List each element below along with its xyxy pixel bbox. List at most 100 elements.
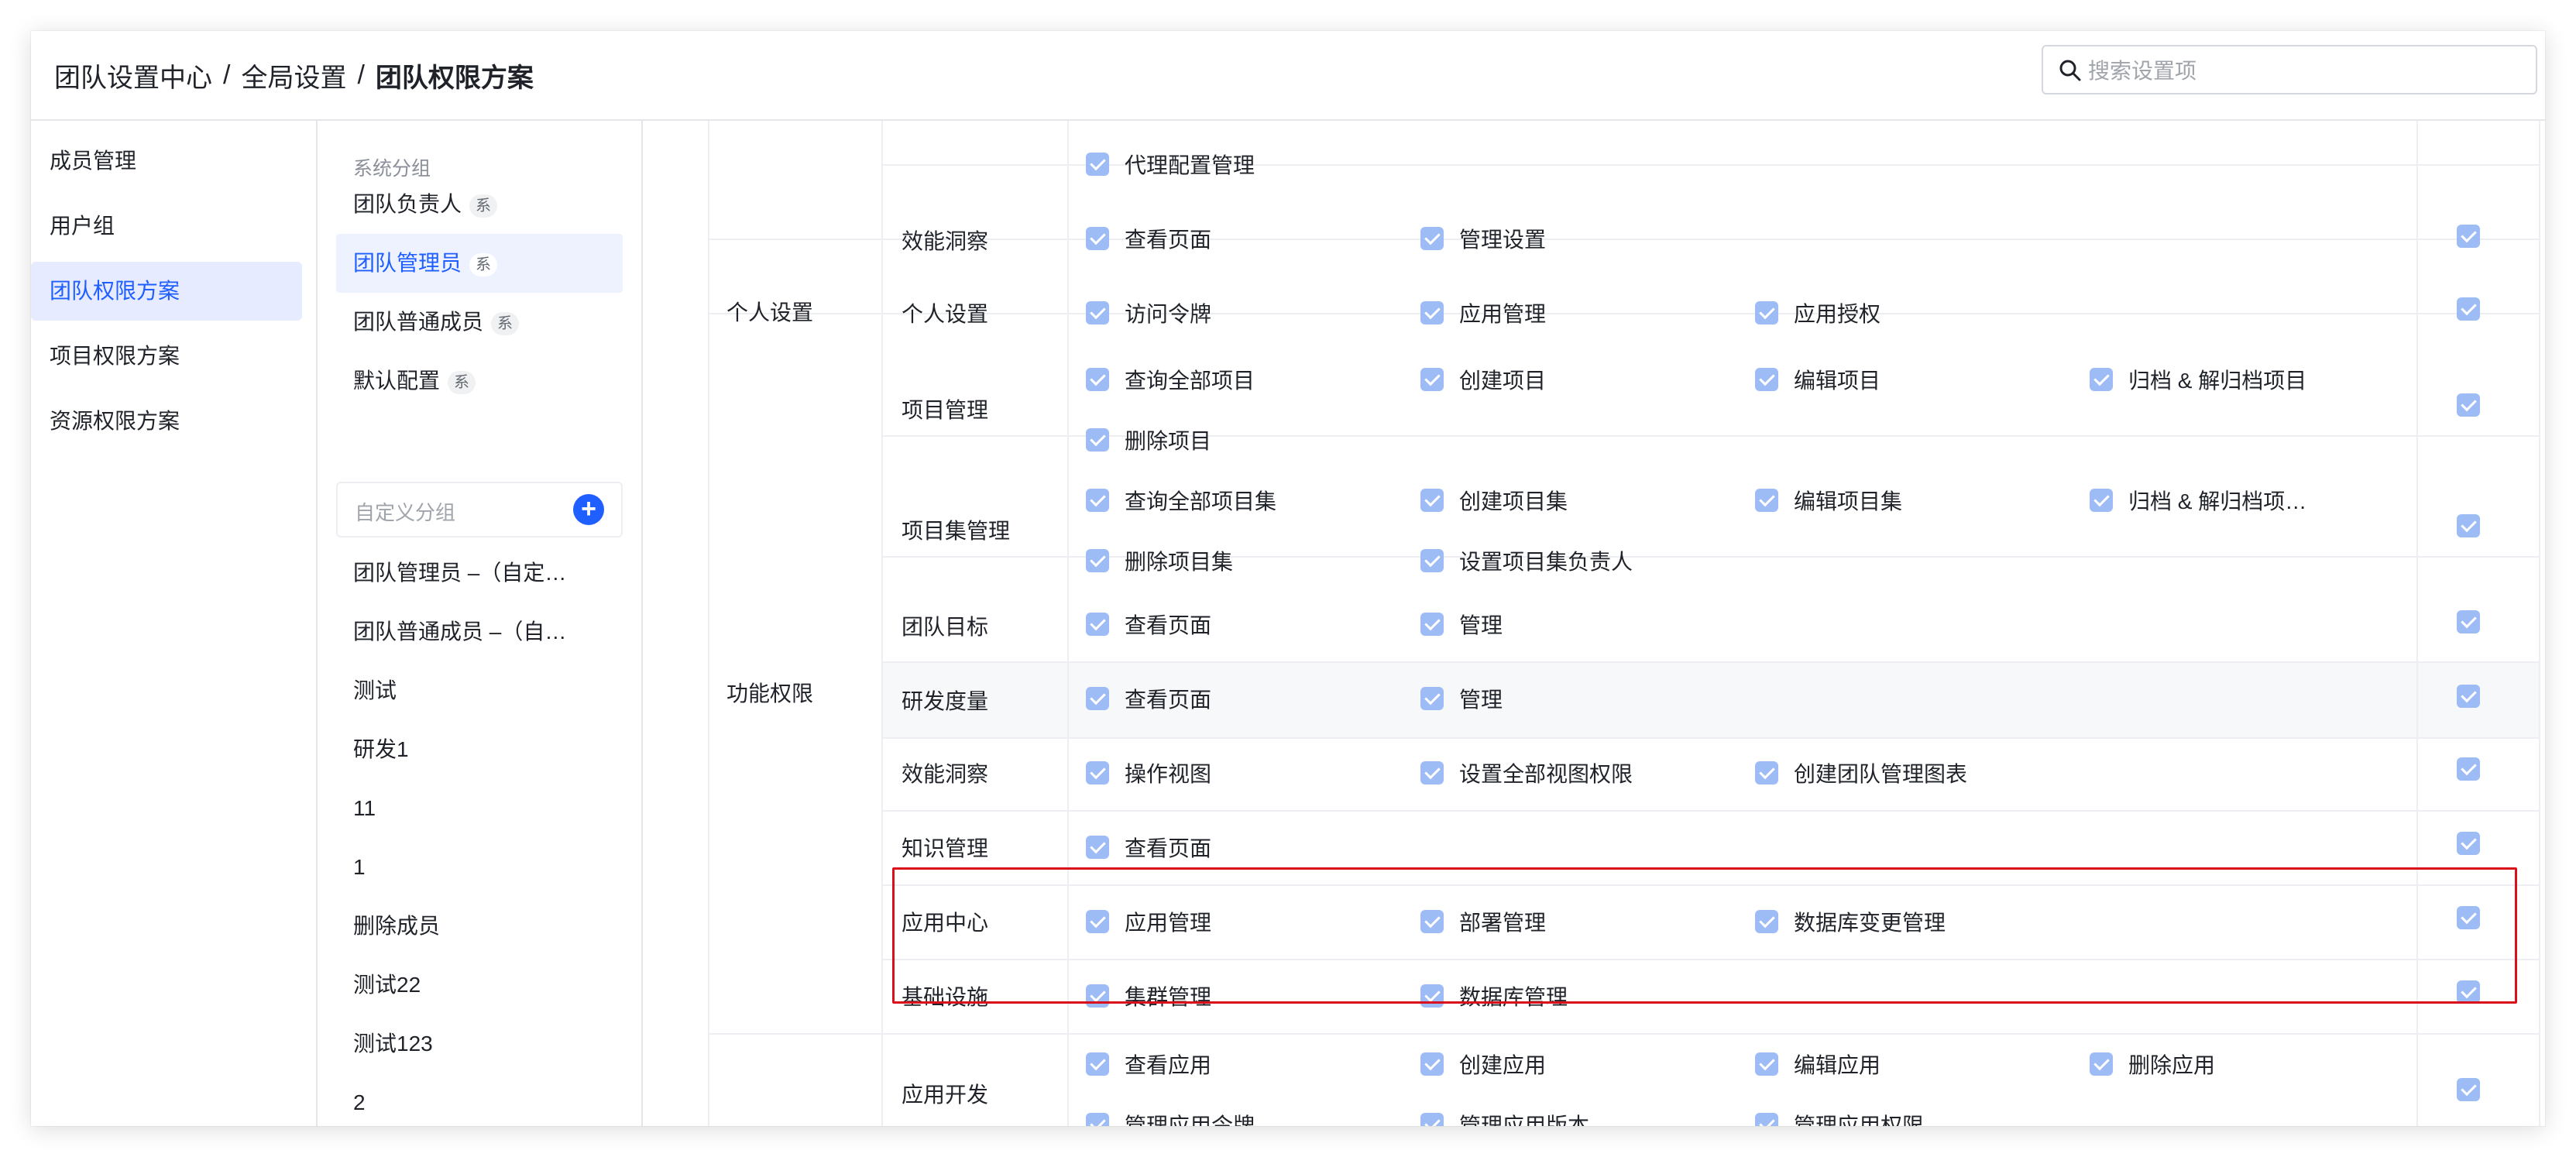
group-item[interactable]: 团队管理员系 — [336, 234, 623, 293]
group-item[interactable]: 测试22 — [336, 956, 623, 1015]
permission-label: 管理应用令牌 — [1125, 1114, 1255, 1126]
row-select-all-checkbox[interactable] — [2457, 757, 2480, 781]
permission-checkbox[interactable]: 编辑项目集 — [1755, 485, 1902, 516]
checkbox-icon — [1420, 368, 1444, 391]
permission-checkbox[interactable]: 管理应用权限 — [1755, 1109, 1924, 1126]
row-select-all-checkbox[interactable] — [2457, 393, 2480, 417]
checkbox-icon — [1086, 428, 1109, 451]
breadcrumb-global-settings[interactable]: 全局设置 — [241, 57, 346, 94]
permission-checkbox[interactable]: 创建项目集 — [1420, 485, 1568, 516]
checkbox-icon — [1086, 687, 1109, 710]
search-input[interactable]: 搜索设置项 — [2042, 45, 2537, 94]
permission-checkbox[interactable]: 归档 & 解归档项… — [2090, 485, 2306, 516]
permission-checkbox[interactable]: 查看应用 — [1086, 1049, 1211, 1080]
row-divider — [883, 737, 2540, 739]
permission-checkbox[interactable]: 查看页面 — [1086, 223, 1211, 254]
permission-label: 查看页面 — [1125, 613, 1212, 637]
permission-checkbox[interactable]: 管理应用版本 — [1420, 1109, 1589, 1126]
permission-label: 查看应用 — [1125, 1053, 1212, 1077]
permission-checkbox[interactable]: 删除应用 — [2090, 1049, 2215, 1080]
permission-checkbox[interactable]: 访问令牌 — [1086, 297, 1211, 328]
permission-label: 查看页面 — [1125, 688, 1212, 712]
permission-checkbox[interactable]: 查询全部项目 — [1086, 364, 1255, 395]
nav-item-user-groups[interactable]: 用户组 — [31, 197, 302, 256]
permission-checkbox[interactable]: 管理 — [1420, 683, 1503, 714]
group-item[interactable]: 默认配置系 — [336, 352, 623, 410]
row-label: 知识管理 — [902, 836, 989, 860]
permission-checkbox[interactable]: 编辑应用 — [1755, 1049, 1880, 1080]
permission-checkbox[interactable]: 操作视图 — [1086, 757, 1211, 788]
permission-label: 查看页面 — [1125, 228, 1212, 252]
row-select-all-checkbox[interactable] — [2457, 685, 2480, 708]
group-item[interactable]: 研发1 — [336, 720, 623, 779]
page-header: 团队设置中心 / 全局设置 / 团队权限方案 搜索设置项 — [31, 31, 2545, 121]
row-select-all-checkbox[interactable] — [2457, 610, 2480, 633]
permission-checkbox[interactable]: 查看页面 — [1086, 683, 1211, 714]
permission-checkbox[interactable]: 创建团队管理图表 — [1755, 757, 1967, 788]
permission-label: 查看页面 — [1125, 836, 1212, 860]
group-item[interactable]: 团队管理员 –（自定… — [336, 544, 623, 603]
nav-item-resource-permission-scheme[interactable]: 资源权限方案 — [31, 392, 302, 451]
column-divider — [881, 121, 883, 1126]
permission-checkbox[interactable]: 管理 — [1420, 609, 1503, 640]
checkbox-icon — [1086, 1113, 1109, 1126]
row-select-all-checkbox[interactable] — [2457, 297, 2480, 321]
add-group-button[interactable]: + — [573, 494, 604, 525]
permission-checkbox[interactable]: 查看页面 — [1086, 609, 1211, 640]
nav-item-members[interactable]: 成员管理 — [31, 132, 302, 191]
row-divider — [883, 810, 2540, 812]
permission-checkbox[interactable]: 管理设置 — [1420, 223, 1546, 254]
row-select-all-checkbox[interactable] — [2457, 1078, 2480, 1101]
permission-label: 创建应用 — [1459, 1053, 1547, 1077]
permission-label: 删除应用 — [2128, 1053, 2216, 1077]
row-select-all-checkbox[interactable] — [2457, 514, 2480, 537]
group-item[interactable]: 团队负责人系 — [336, 175, 623, 234]
permission-checkbox[interactable]: 查看页面 — [1086, 832, 1211, 863]
permission-checkbox[interactable]: 归档 & 解归档项目 — [2090, 364, 2306, 395]
category-personal-settings: 个人设置 — [726, 300, 814, 324]
checkbox-icon — [1086, 761, 1109, 784]
nav-item-project-permission-scheme[interactable]: 项目权限方案 — [31, 327, 302, 386]
row-label: 项目集管理 — [902, 519, 1011, 543]
permission-checkbox[interactable]: 创建项目 — [1420, 364, 1546, 395]
permission-checkbox[interactable]: 代理配置管理 — [1086, 149, 1255, 180]
permission-checkbox[interactable]: 创建应用 — [1420, 1049, 1546, 1080]
permission-label: 代理配置管理 — [1125, 153, 1255, 177]
permission-checkbox[interactable]: 设置全部视图权限 — [1420, 757, 1633, 788]
group-item[interactable]: 团队普通成员系 — [336, 293, 623, 352]
group-item[interactable]: 1 — [336, 838, 623, 897]
category-feature-permissions: 功能权限 — [726, 681, 814, 706]
row-select-all-checkbox[interactable] — [2457, 225, 2480, 248]
group-item[interactable]: 11 — [336, 779, 623, 838]
permission-label: 应用授权 — [1794, 302, 1881, 326]
permission-checkbox[interactable]: 应用管理 — [1420, 297, 1546, 328]
permission-checkbox[interactable]: 应用授权 — [1755, 297, 1880, 328]
permission-checkbox[interactable]: 编辑项目 — [1755, 364, 1880, 395]
checkbox-icon — [1755, 301, 1778, 324]
group-item[interactable]: 测试 — [336, 661, 623, 720]
checkbox-icon — [1755, 1113, 1778, 1126]
permission-label: 创建项目集 — [1459, 489, 1568, 513]
system-badge: 系 — [469, 194, 498, 218]
breadcrumb-team-settings[interactable]: 团队设置中心 — [54, 57, 212, 94]
group-item[interactable]: 删除成员 — [336, 897, 623, 956]
permission-checkbox[interactable]: 管理应用令牌 — [1086, 1109, 1255, 1126]
plus-icon: + — [581, 494, 596, 524]
row-select-all-checkbox[interactable] — [2457, 832, 2480, 855]
permission-checkbox[interactable]: 删除项目 — [1086, 424, 1211, 455]
checkbox-icon — [1755, 761, 1778, 784]
permission-checkbox[interactable]: 查询全部项目集 — [1086, 485, 1276, 516]
permission-label: 操作视图 — [1125, 762, 1212, 786]
nav-item-team-permission-scheme[interactable]: 团队权限方案 — [31, 262, 302, 321]
group-list-panel: 系统分组 团队负责人系 团队管理员系 团队普通成员系 默认配置系 自定义分组 +… — [318, 121, 643, 1126]
checkbox-icon — [1420, 489, 1444, 512]
group-item[interactable]: 测试123 — [336, 1015, 623, 1073]
checkbox-icon — [1086, 227, 1109, 250]
group-item[interactable]: 2 — [336, 1073, 623, 1126]
permission-label: 管理设置 — [1459, 228, 1547, 252]
group-item[interactable]: 团队普通成员 –（自… — [336, 603, 623, 661]
group-item-label: 默认配置 — [353, 369, 441, 393]
permission-checkbox[interactable]: 删除项目集 — [1086, 545, 1233, 576]
permission-checkbox[interactable]: 设置项目集负责人 — [1420, 545, 1633, 576]
custom-group-title: 自定义分组 — [355, 501, 456, 524]
